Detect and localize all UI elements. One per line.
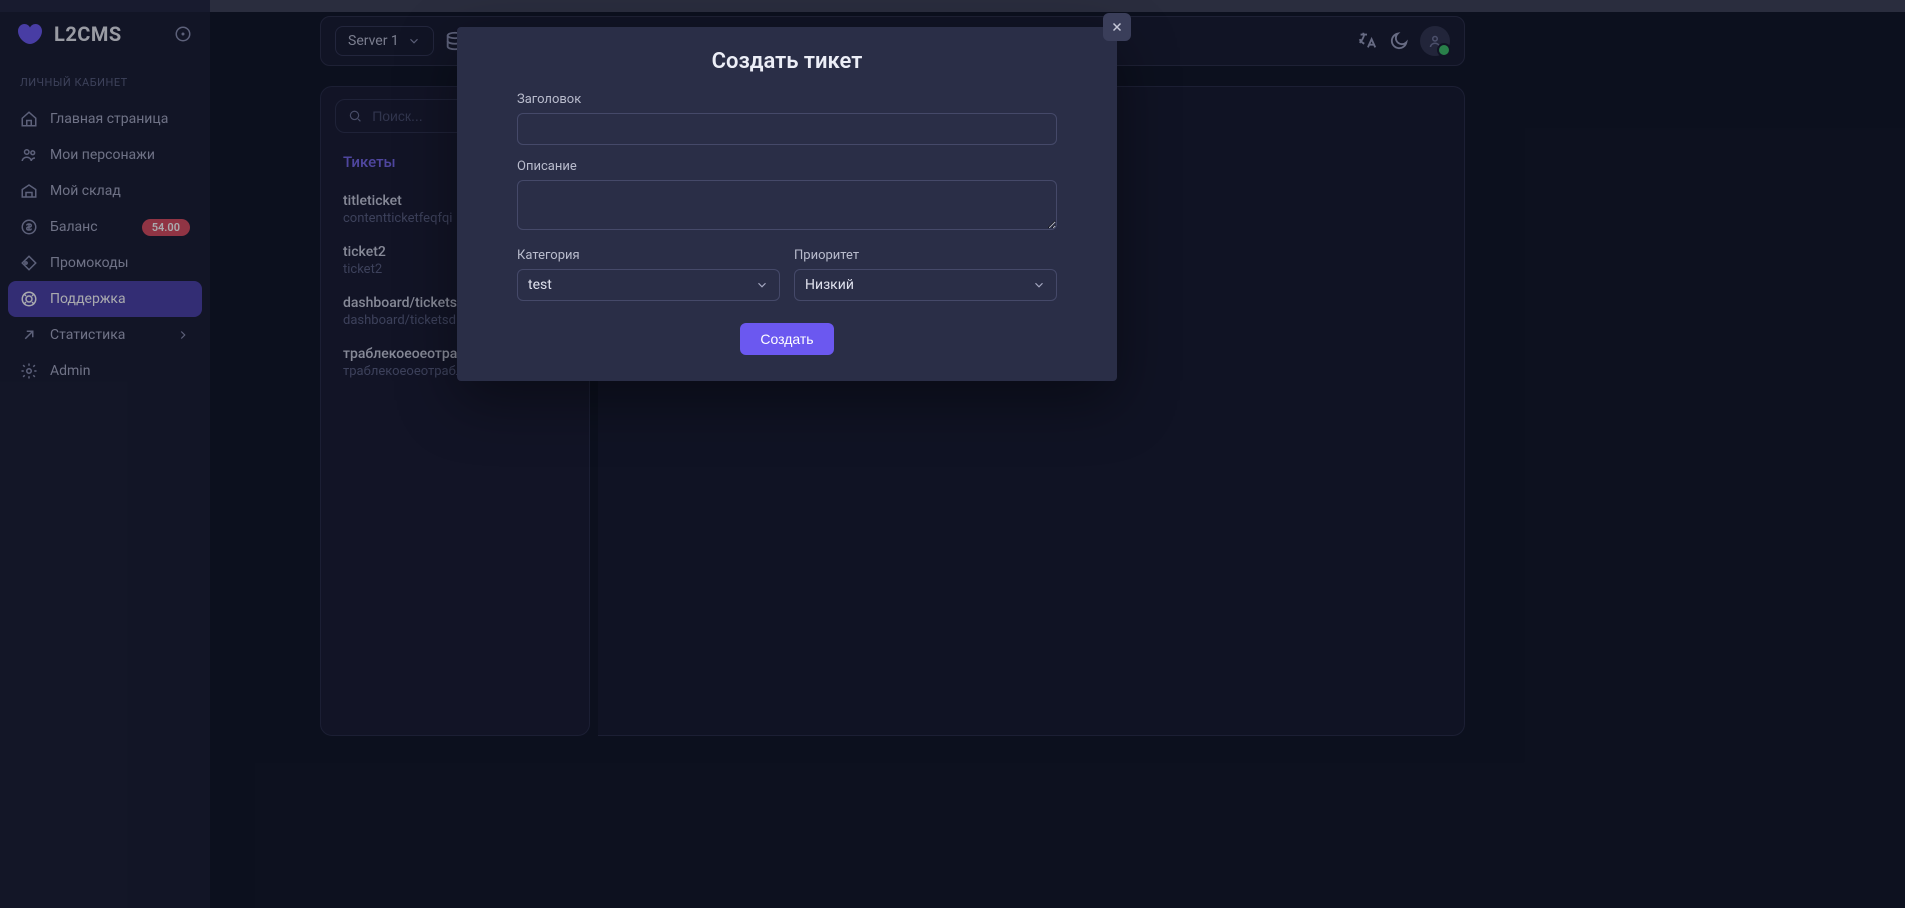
create-ticket-modal: Создать тикет Заголовок Описание Категор… <box>457 27 1117 381</box>
field-label-title: Заголовок <box>517 92 1057 107</box>
create-button-label: Создать <box>760 331 813 347</box>
category-value: test <box>528 277 552 293</box>
field-label-category: Категория <box>517 248 780 263</box>
ticket-title-input[interactable] <box>517 113 1057 145</box>
close-icon <box>1110 20 1124 34</box>
chevron-down-icon <box>755 278 769 292</box>
modal-close-button[interactable] <box>1103 13 1131 41</box>
ticket-description-textarea[interactable] <box>517 180 1057 230</box>
field-label-description: Описание <box>517 159 1057 174</box>
category-select[interactable]: test <box>517 269 780 301</box>
field-label-priority: Приоритет <box>794 248 1057 263</box>
priority-value: Низкий <box>805 277 854 293</box>
modal-title: Создать тикет <box>457 45 1117 92</box>
create-button[interactable]: Создать <box>740 323 833 355</box>
chevron-down-icon <box>1032 278 1046 292</box>
priority-select[interactable]: Низкий <box>794 269 1057 301</box>
